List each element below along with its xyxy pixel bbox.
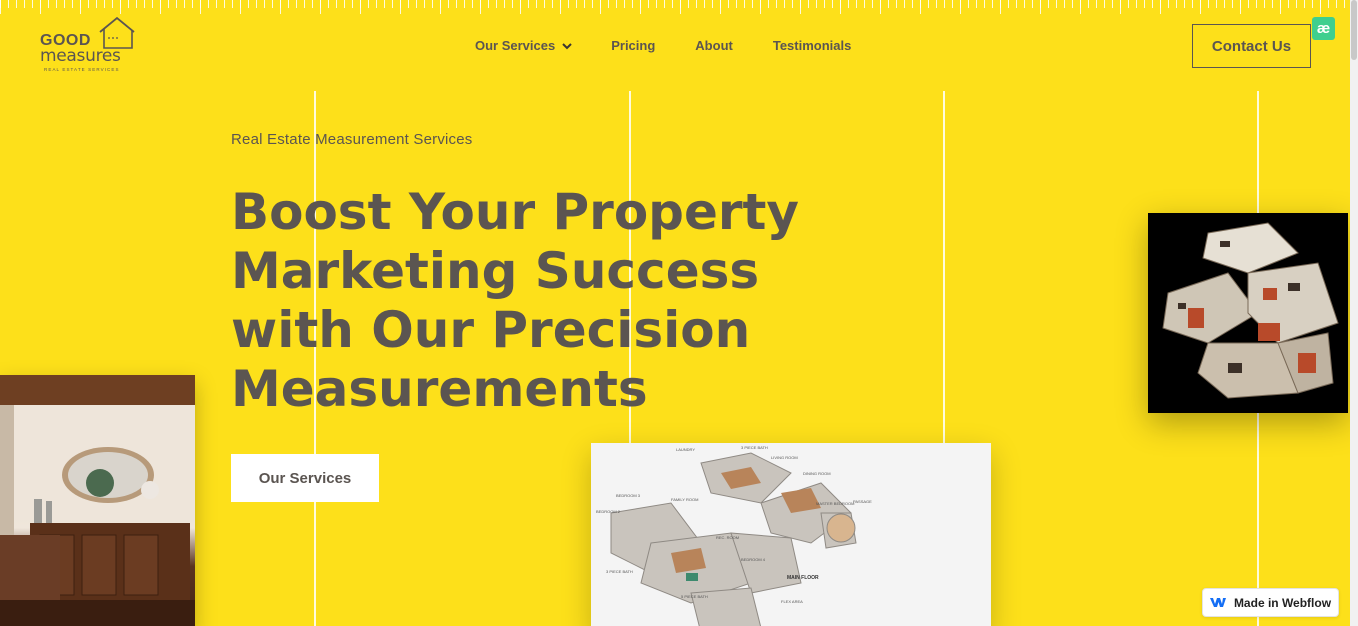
dollhouse-3d-image: [1148, 213, 1348, 413]
svg-text:BEDROOM 4: BEDROOM 4: [741, 557, 766, 562]
our-services-button[interactable]: Our Services: [231, 454, 379, 502]
svg-text:BEDROOM 2: BEDROOM 2: [596, 509, 621, 514]
nav-our-services[interactable]: Our Services: [475, 38, 573, 53]
svg-text:LIVING ROOM: LIVING ROOM: [771, 455, 798, 460]
svg-text:MASTER BEDROOM: MASTER BEDROOM: [816, 501, 854, 506]
headline-line: Measurements: [231, 360, 648, 418]
main-floor-label: MAIN FLOOR: [787, 575, 819, 581]
svg-text:5 PIECE BATH: 5 PIECE BATH: [681, 594, 708, 599]
nav-testimonials[interactable]: Testimonials: [773, 38, 852, 53]
chevron-down-icon: [562, 42, 572, 49]
nav-testimonials-label: Testimonials: [772, 38, 852, 53]
dining-room-image: [0, 375, 195, 626]
hero-headline: Boost Your Property Marketing Success wi…: [231, 183, 871, 419]
floor-plan-image: LAUNDRY 3 PIECE BATH LIVING ROOM DINING …: [591, 443, 991, 626]
scrollbar-thumb[interactable]: [1351, 0, 1357, 60]
house-icon: [99, 16, 135, 49]
3d-model-graphic: [1148, 213, 1348, 413]
nav-pricing-label: Pricing: [611, 38, 656, 53]
hero-eyebrow: Real Estate Measurement Services: [231, 131, 473, 148]
nav-about-label: About: [695, 38, 733, 53]
ruler-ticks-major: [0, 0, 1350, 14]
page: GOOD measures REAL ESTATE SERVICES Our S…: [0, 0, 1358, 626]
svg-text:FAMILY ROOM: FAMILY ROOM: [671, 497, 698, 502]
logo-word-measures: measures: [40, 46, 121, 66]
main-nav: Our Services Pricing About Testimonials: [475, 38, 851, 53]
nav-pricing[interactable]: Pricing: [611, 38, 655, 53]
svg-text:BEDROOM 3: BEDROOM 3: [616, 493, 641, 498]
webflow-logo-icon: [1209, 598, 1226, 607]
nav-our-services-label: Our Services: [475, 38, 556, 53]
ae-extension-badge[interactable]: æ: [1312, 17, 1335, 40]
made-in-webflow-badge[interactable]: Made in Webflow: [1202, 588, 1339, 617]
contact-us-button[interactable]: Contact Us: [1192, 24, 1311, 68]
svg-text:3 PIECE BATH: 3 PIECE BATH: [741, 445, 768, 450]
scrollbar[interactable]: [1350, 0, 1358, 626]
svg-text:REC. ROOM: REC. ROOM: [716, 535, 739, 540]
webflow-badge-label: Made in Webflow: [1233, 595, 1332, 610]
svg-text:LAUNDRY: LAUNDRY: [676, 447, 695, 452]
nav-about[interactable]: About: [695, 38, 733, 53]
svg-text:FLEX AREA: FLEX AREA: [781, 599, 803, 604]
headline-line: with Our Precision: [231, 301, 751, 359]
headline-line: Boost Your Property: [231, 183, 800, 241]
svg-text:PASSAGE: PASSAGE: [853, 499, 872, 504]
headline-line: Marketing Success: [231, 242, 760, 300]
logo[interactable]: GOOD measures REAL ESTATE SERVICES: [40, 16, 140, 76]
svg-text:DINING ROOM: DINING ROOM: [803, 471, 831, 476]
svg-text:3 PIECE BATH: 3 PIECE BATH: [606, 569, 633, 574]
logo-tagline: REAL ESTATE SERVICES: [44, 67, 120, 72]
interior-photo: [0, 375, 195, 626]
floor-plan-graphic: LAUNDRY 3 PIECE BATH LIVING ROOM DINING …: [591, 443, 991, 626]
